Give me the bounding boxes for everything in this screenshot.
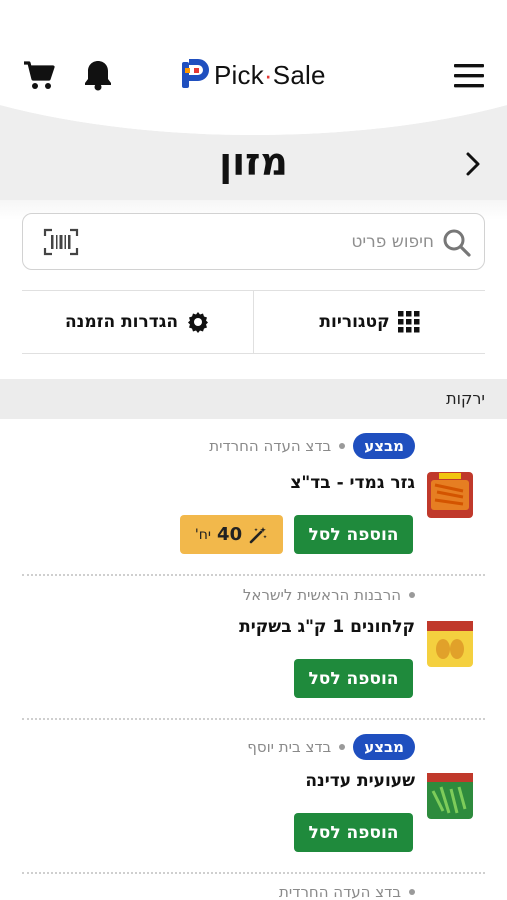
logo-text: Pick·Sale [214, 60, 326, 91]
magic-wand-icon [249, 526, 267, 543]
row-divider [22, 574, 485, 576]
hamburger-menu-icon[interactable] [453, 62, 485, 90]
product-thumbnail[interactable] [425, 771, 475, 821]
search-input[interactable] [114, 225, 434, 259]
product-thumbnail[interactable] [425, 470, 475, 520]
product-meta: מבצע בדצ העדה החרדית [209, 433, 415, 459]
chevron-right-icon[interactable] [464, 151, 482, 177]
promo-quantity-value: 40 [217, 524, 243, 545]
separator-dot [409, 592, 415, 598]
tab-categories[interactable]: קטגוריות [253, 291, 485, 353]
kosher-cert: בדצ בית יוסף [247, 738, 332, 756]
product-meta: הרבנות הראשית לישראל [243, 586, 415, 604]
product-name: קלחונים 1 ק"ג בשקית [239, 617, 415, 637]
separator-dot [409, 889, 415, 895]
sale-badge: מבצע [353, 734, 415, 760]
tab-categories-label: קטגוריות [319, 312, 390, 332]
add-to-cart-button[interactable]: הוספה לסל [294, 515, 413, 554]
kosher-cert: בדצ העדה החרדית [209, 437, 332, 455]
magnifier-icon[interactable] [442, 228, 472, 258]
shopping-cart-icon[interactable] [22, 60, 56, 92]
tab-order-settings-label: הגדרות הזמנה [64, 312, 179, 332]
separator-dot [339, 744, 346, 750]
sale-badge: מבצע [353, 433, 415, 459]
product-item: מבצע בדצ העדה החרדית גזר גמדי - בד"צ הוס… [22, 430, 485, 570]
search-box[interactable] [22, 213, 485, 270]
page-title: מזון [219, 140, 288, 184]
logo-text-dot: · [263, 59, 273, 90]
promo-quantity-button[interactable]: 40 יח' [180, 515, 283, 554]
logo-text-pick: Pick [214, 59, 264, 90]
product-name: שעועית עדינה [305, 771, 415, 791]
kosher-cert: בדצ העדה החרדית [279, 883, 401, 900]
gear-icon [188, 312, 209, 333]
grid-icon [397, 311, 420, 333]
tab-order-settings[interactable]: הגדרות הזמנה [22, 291, 253, 353]
product-name: גזר גמדי - בד"צ [290, 473, 415, 493]
add-to-cart-button[interactable]: הוספה לסל [294, 813, 413, 852]
separator-dot [339, 443, 346, 449]
product-meta: מבצע בדצ בית יוסף [247, 734, 415, 760]
tab-bar: הגדרות הזמנה קטגוריות [22, 290, 485, 354]
section-header-vegetables: ירקות [0, 379, 507, 419]
picksale-logo-mark-icon [182, 59, 209, 88]
add-to-cart-button[interactable]: הוספה לסל [294, 659, 413, 698]
logo-text-sale: Sale [272, 59, 326, 90]
product-item: מבצע בדצ בית יוסף שעועית עדינה הוספה לסל [22, 731, 485, 871]
product-item: בדצ העדה החרדית [22, 880, 485, 900]
product-item: הרבנות הראשית לישראל קלחונים 1 ק"ג בשקית… [22, 583, 485, 713]
product-meta: בדצ העדה החרדית [279, 883, 415, 900]
kosher-cert: הרבנות הראשית לישראל [242, 586, 401, 604]
row-divider [22, 718, 485, 720]
barcode-scanner-icon[interactable] [43, 227, 79, 257]
bell-icon[interactable] [82, 58, 114, 92]
row-divider [22, 872, 485, 874]
promo-quantity-unit: יח' [194, 526, 212, 543]
product-thumbnail[interactable] [425, 619, 475, 669]
picksale-logo[interactable]: Pick·Sale [180, 58, 326, 92]
